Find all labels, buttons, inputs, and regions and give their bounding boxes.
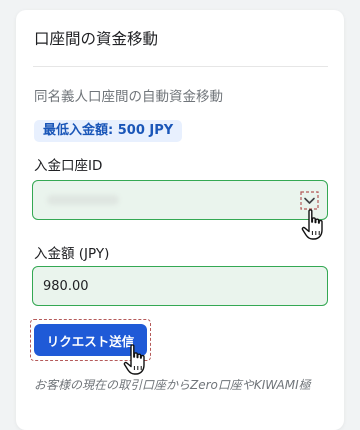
fund-transfer-panel: 口座間の資金移動 同名義人口座間の自動資金移動 最低入金額: 500 JPY 入… — [16, 10, 344, 430]
account-id-label: 入金口座ID — [34, 158, 103, 174]
account-id-blurred-value — [47, 195, 119, 205]
panel-title: 口座間の資金移動 — [34, 30, 159, 48]
amount-input[interactable] — [32, 266, 328, 306]
footnote-text: お客様の現在の取引口座からZero口座やKIWAMI極 — [34, 378, 311, 392]
hand-pointer-icon — [122, 343, 150, 377]
hand-pointer-icon — [300, 208, 328, 242]
min-deposit-badge: 最低入金額: 500 JPY — [34, 120, 183, 142]
title-divider — [33, 66, 328, 67]
account-id-select[interactable] — [32, 180, 328, 220]
amount-label: 入金額 (JPY) — [34, 246, 110, 262]
panel-subtitle: 同名義人口座間の自動資金移動 — [34, 89, 223, 105]
